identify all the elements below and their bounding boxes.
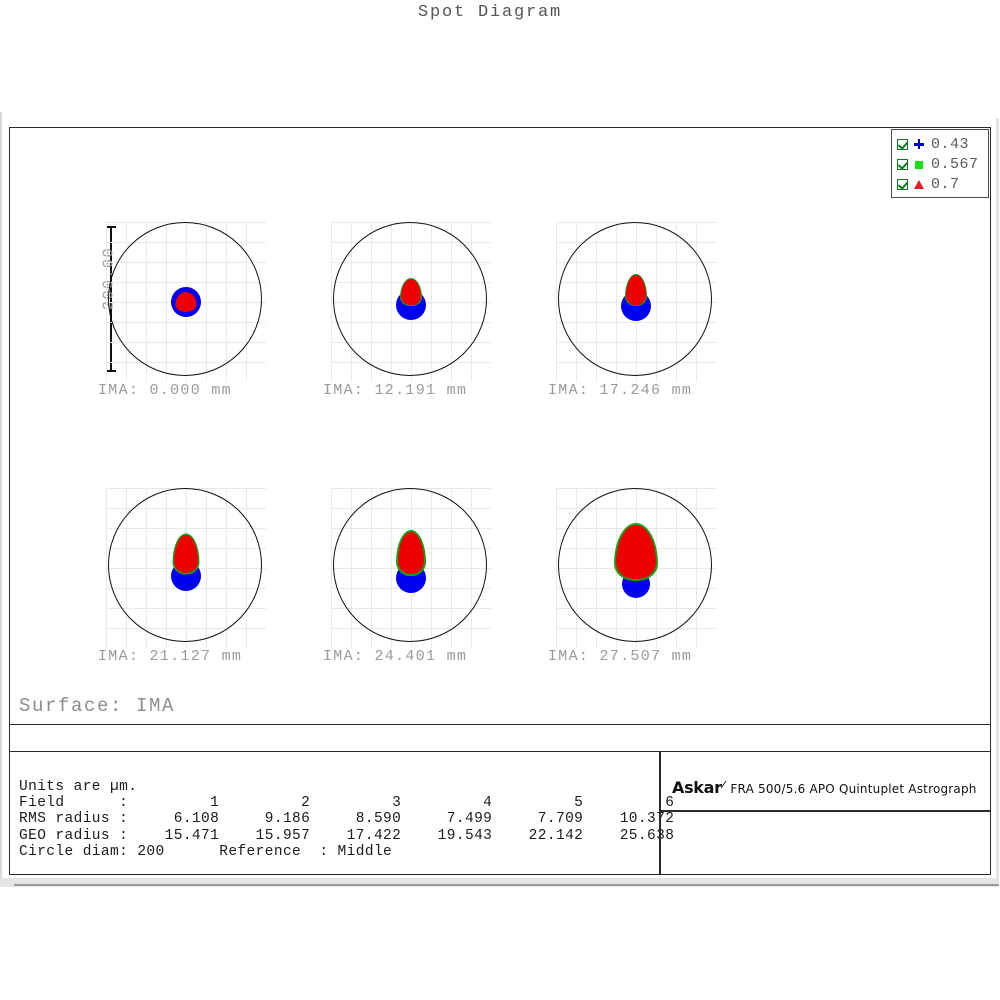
red-spot	[176, 292, 197, 312]
window-bottom-shadow	[14, 884, 999, 886]
checkbox-icon[interactable]	[897, 159, 908, 170]
legend-row[interactable]: 0.43	[897, 134, 985, 154]
spot-plot-field-5[interactable]: IMA: 24.401 mm	[331, 488, 491, 648]
spot-plot-field-4[interactable]: IMA: 21.127 mm	[106, 488, 266, 648]
wavelength-legend: 0.43 0.567 0.7	[891, 129, 989, 198]
title-band	[10, 724, 990, 752]
brand-superscript: ⁄	[723, 780, 725, 791]
plot-caption: IMA: 27.507 mm	[548, 648, 728, 665]
field-row: Field : 1 2 3 4 5 6	[19, 795, 674, 811]
panel-divider-horizontal	[659, 810, 990, 812]
spot-plot-field-3[interactable]: IMA: 17.246 mm	[556, 222, 716, 382]
surface-label: Surface: IMA	[19, 695, 175, 717]
spot-plot-field-1[interactable]: IMA: 0.000 mm	[106, 222, 266, 382]
spot-diagram-page: 0.43 0.567 0.7 200.00 IMA: 0.000 mm	[0, 0, 1000, 1000]
legend-label: 0.43	[931, 136, 969, 153]
legend-row[interactable]: 0.567	[897, 154, 985, 174]
statistics-block: Units are µm. Field : 1 2 3 4 5 6 RMS ra…	[19, 779, 674, 860]
plot-caption: IMA: 12.191 mm	[323, 382, 503, 399]
plot-caption: IMA: 17.246 mm	[548, 382, 728, 399]
plot-caption: IMA: 24.401 mm	[323, 648, 503, 665]
legend-label: 0.567	[931, 156, 979, 173]
checkbox-icon[interactable]	[897, 179, 908, 190]
brand-name: Askar	[672, 778, 722, 797]
plot-caption: IMA: 21.127 mm	[98, 648, 278, 665]
brand-description: FRA 500/5.6 APO Quintuplet Astrograph	[730, 782, 976, 796]
panel-divider-vertical	[659, 752, 661, 875]
plot-caption: IMA: 0.000 mm	[98, 382, 278, 399]
circle-diam-row: Circle diam: 200 Reference : Middle	[19, 844, 392, 860]
rms-radius-row: RMS radius : 6.108 9.186 8.590 7.499 7.7…	[19, 811, 674, 827]
plus-marker-icon	[912, 137, 926, 151]
geo-radius-row: GEO radius : 15.471 15.957 17.422 19.543…	[19, 828, 674, 844]
page-title: Spot Diagram	[0, 3, 980, 22]
window-left-edge	[0, 112, 2, 887]
triangle-marker-icon	[912, 177, 926, 191]
units-line: Units are µm.	[19, 779, 137, 795]
legend-label: 0.7	[931, 176, 960, 193]
square-marker-icon	[912, 157, 926, 171]
spot-plot-field-6[interactable]: IMA: 27.507 mm	[556, 488, 716, 648]
window-right-edge	[996, 118, 999, 884]
spot-plot-field-2[interactable]: IMA: 12.191 mm	[331, 222, 491, 382]
checkbox-icon[interactable]	[897, 139, 908, 150]
legend-row[interactable]: 0.7	[897, 174, 985, 194]
brand-block: Askar ⁄ FRA 500/5.6 APO Quintuplet Astro…	[672, 778, 977, 797]
